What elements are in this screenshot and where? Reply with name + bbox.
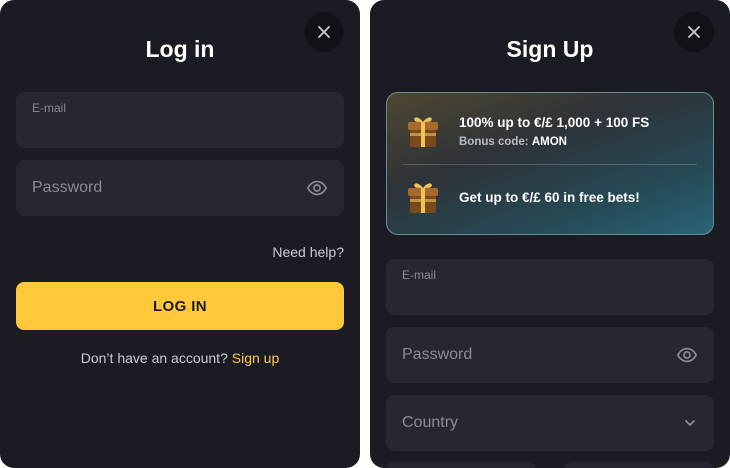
partial-field-left[interactable] — [386, 462, 536, 468]
country-placeholder: Country — [402, 414, 459, 431]
password-placeholder: Password — [32, 179, 103, 196]
bonus-code-line: Bonus code: AMON — [459, 136, 649, 148]
signup-link[interactable]: Sign up — [232, 350, 279, 366]
bonus-code: AMON — [531, 135, 567, 148]
bonus-title-1: 100% up to €/£ 1,000 + 100 FS — [459, 114, 650, 130]
eye-icon[interactable] — [306, 177, 328, 199]
signup-title: Sign Up — [506, 36, 594, 62]
gift-icon — [408, 183, 438, 213]
login-button[interactable]: LOG IN — [16, 282, 344, 330]
login-email-field[interactable]: E-mail — [16, 92, 344, 148]
bonus-offer-casino[interactable]: 100% up to €/£ 1,000 + 100 FS Bonus code… — [403, 111, 697, 151]
partial-field-right[interactable] — [564, 462, 714, 468]
gift-icon — [408, 117, 438, 147]
bonus-offer-sports[interactable]: Get up to €/£ 60 in free bets! — [403, 177, 697, 217]
bonus-divider — [403, 164, 697, 165]
bonus-offers: 100% up to €/£ 1,000 + 100 FS Bonus code… — [386, 92, 714, 235]
signup-password-field[interactable]: Password — [386, 327, 714, 383]
login-title: Log in — [145, 36, 215, 62]
no-account-text: Don’t have an account? — [80, 350, 228, 366]
email-label: E-mail — [32, 101, 67, 115]
signup-modal: Sign Up 100% up to €/£ 1,000 + 100 FS Bo… — [370, 0, 730, 468]
login-password-field[interactable]: Password — [16, 160, 344, 216]
no-account-line: Don’t have an account? Sign up — [0, 350, 360, 366]
password-placeholder: Password — [402, 346, 473, 363]
signup-email-field[interactable]: E-mail — [386, 259, 714, 315]
need-help-link[interactable]: Need help? — [272, 244, 344, 260]
bonus-code-label: Bonus code: — [459, 135, 529, 148]
email-label: E-mail — [402, 268, 437, 282]
country-select[interactable]: Country — [386, 395, 714, 451]
login-modal: Log in E-mail Password Need help? LOG IN… — [0, 0, 360, 468]
bonus-title-2: Get up to €/£ 60 in free bets! — [459, 189, 640, 205]
chevron-down-icon — [685, 420, 695, 426]
eye-icon[interactable] — [676, 344, 698, 366]
